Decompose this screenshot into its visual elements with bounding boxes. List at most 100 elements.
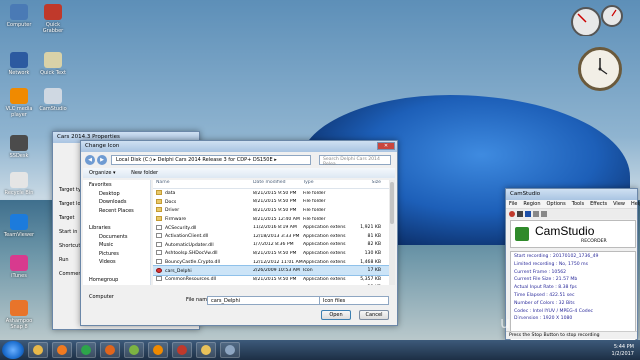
- desktop-icon[interactable]: Recycle Bin: [2, 172, 36, 196]
- nav-item[interactable]: Computer: [85, 294, 148, 303]
- close-button[interactable]: ✕: [377, 142, 395, 150]
- desktop-icon-image: [10, 52, 28, 68]
- taskbar-button-media-player[interactable]: [52, 342, 72, 358]
- taskbar-button-firefox[interactable]: [100, 342, 120, 358]
- nav-item[interactable]: Libraries: [85, 225, 148, 234]
- properties-field-label: Run: [59, 257, 69, 263]
- desktop-icon-image: [10, 172, 28, 188]
- file-row[interactable]: Docs 8/21/2015 9:50 PM File folder: [153, 198, 389, 207]
- file-row[interactable]: Ashtoolsp.SHDocVw.dll 8/21/2015 9:50 PM Ap…: [153, 249, 389, 258]
- file-name: BouncyCastle.Crypto.dll: [165, 260, 220, 266]
- menu-item[interactable]: View: [613, 201, 625, 207]
- stop-icon[interactable]: [525, 211, 531, 217]
- pause-icon[interactable]: [517, 211, 523, 217]
- file-row[interactable]: DelphiTurboCharger.dll12/18/2013 3:33 PM…: [153, 284, 389, 285]
- back-button[interactable]: ◀: [85, 155, 95, 165]
- nav-item[interactable]: Documents: [85, 234, 148, 243]
- menu-item[interactable]: Options: [547, 201, 566, 207]
- file-date: 8/21/2015 12:40 AM: [253, 216, 300, 222]
- folder-icon: [156, 198, 162, 204]
- file-date: 8/21/2015 9:50 PM: [253, 276, 297, 282]
- menu-item[interactable]: Effects: [590, 201, 607, 207]
- file-row[interactable]: BouncyCastle.Crypto.dll 12/12/2012 11:01 …: [153, 258, 389, 267]
- taskbar-button-folder[interactable]: [196, 342, 216, 358]
- record-icon[interactable]: [509, 211, 515, 217]
- forward-button[interactable]: ▶: [97, 155, 107, 165]
- file-row[interactable]: cars_Delphi 2/26/2009 10:53 AM Icon 17 KB: [153, 265, 389, 276]
- desktop-icon[interactable]: iTunes: [2, 255, 36, 279]
- dialog-title: Change Icon: [85, 143, 120, 149]
- desktop-icon-image: [44, 4, 62, 20]
- menu-item[interactable]: Region: [523, 201, 540, 207]
- taskbar-button-settings[interactable]: [220, 342, 240, 358]
- desktop-icon-label: Computer: [6, 22, 32, 28]
- start-button[interactable]: [2, 341, 24, 359]
- file-name: AutomaticUpdater.dll: [165, 242, 214, 248]
- file-type: Application extens...: [303, 259, 346, 265]
- file-date: 12/18/2013 3:33 PM: [253, 233, 300, 239]
- file-row[interactable]: AutomaticUpdater.dll 1/7/2012 8:36 PM Appl…: [153, 241, 389, 250]
- filetype-select[interactable]: Icon files: [319, 296, 389, 305]
- camstudio-logo-sub: RECORDER: [581, 239, 607, 244]
- firefox-icon: [105, 345, 115, 355]
- file-type: Application extens...: [303, 242, 346, 248]
- stat-line: Time Elapsed : 422.51 sec: [514, 292, 575, 298]
- desktop-icon[interactable]: Computer: [2, 4, 36, 28]
- taskbar-button-explorer[interactable]: [28, 342, 48, 358]
- file-row[interactable]: Driver 8/21/2015 9:50 PM File folder: [153, 206, 389, 215]
- taskbar-button-camstudio[interactable]: [172, 342, 192, 358]
- desktop-icon-image: [10, 88, 28, 104]
- nav-item[interactable]: Music: [85, 242, 148, 251]
- desktop-icon[interactable]: SSDesk: [2, 135, 36, 159]
- file-date: 11/2/2016 8:19 AM: [253, 225, 297, 231]
- desktop-icon-label: Recycle Bin: [4, 190, 34, 196]
- taskbar-button-vlc[interactable]: [148, 342, 168, 358]
- file-row[interactable]: ActivationClient.dll 12/18/2013 3:33 PM Ap…: [153, 232, 389, 241]
- nav-item[interactable]: Videos: [85, 259, 148, 268]
- dll-icon: [156, 241, 162, 247]
- nav-item[interactable]: Homegroup: [85, 277, 148, 286]
- region-icon[interactable]: [533, 211, 539, 217]
- taskbar-button-utorrent[interactable]: [124, 342, 144, 358]
- column-header[interactable]: Size: [346, 180, 381, 188]
- file-row[interactable]: ACSecurity.dll 11/2/2016 8:19 AM Applicati…: [153, 223, 389, 232]
- new-folder-button[interactable]: New folder: [131, 170, 158, 176]
- file-row[interactable]: CommonResources.dll 8/21/2015 9:50 PM Appl…: [153, 275, 389, 284]
- desktop-icon[interactable]: Quick Grabber: [36, 4, 70, 34]
- desktop-icon[interactable]: VLC media player: [2, 88, 36, 118]
- system-tray[interactable]: 5:44 PM 1/2/2017: [612, 344, 634, 358]
- file-name-cell: AutomaticUpdater.dll: [153, 241, 253, 248]
- desktop-icon[interactable]: TeamViewer: [2, 214, 36, 238]
- nav-item[interactable]: Recent Places: [85, 208, 148, 217]
- desktop-icon[interactable]: Network: [2, 52, 36, 76]
- file-list-scrollbar[interactable]: [389, 180, 395, 285]
- file-row[interactable]: Firmware 8/21/2015 12:40 AM File folder: [153, 215, 389, 224]
- nav-item[interactable]: Pictures: [85, 251, 148, 260]
- taskbar-button-chrome[interactable]: [76, 342, 96, 358]
- menu-item[interactable]: Help: [631, 201, 640, 207]
- cancel-button[interactable]: Cancel: [359, 310, 389, 320]
- column-header[interactable]: Name: [153, 180, 253, 188]
- desktop-icon-image: [10, 255, 28, 271]
- properties-field-label: Target ty: [59, 187, 81, 193]
- desktop-icon[interactable]: CamStudio: [36, 88, 70, 112]
- desktop-icon[interactable]: Quick Text: [36, 52, 70, 76]
- nav-item[interactable]: Desktop: [85, 191, 148, 200]
- nav-item[interactable]: Favorites: [85, 182, 148, 191]
- options-icon[interactable]: [541, 211, 547, 217]
- column-header[interactable]: Date modified: [253, 180, 303, 188]
- address-bar[interactable]: Local Disk (C:) ▸ Delphi Cars 2014 Relea…: [111, 155, 311, 165]
- menu-item[interactable]: File: [509, 201, 517, 207]
- menu-item[interactable]: Tools: [572, 201, 584, 207]
- organize-button[interactable]: Organize ▾: [89, 170, 116, 176]
- desktop-icon[interactable]: Ashampoo Snap 8: [2, 300, 36, 330]
- file-date: 8/21/2015 9:50 PM: [253, 190, 297, 196]
- cpu-meter-gadget: [568, 4, 626, 37]
- nav-item[interactable]: Downloads: [85, 199, 148, 208]
- open-button[interactable]: Open: [321, 310, 351, 320]
- camstudio-logo-icon: [515, 227, 529, 241]
- search-input[interactable]: Search Delphi Cars 2014 Relea...: [319, 155, 391, 167]
- column-header[interactable]: Type: [303, 180, 346, 188]
- file-name-cell: Firmware: [153, 216, 253, 222]
- file-row[interactable]: data 8/21/2015 9:50 PM File folder: [153, 189, 389, 198]
